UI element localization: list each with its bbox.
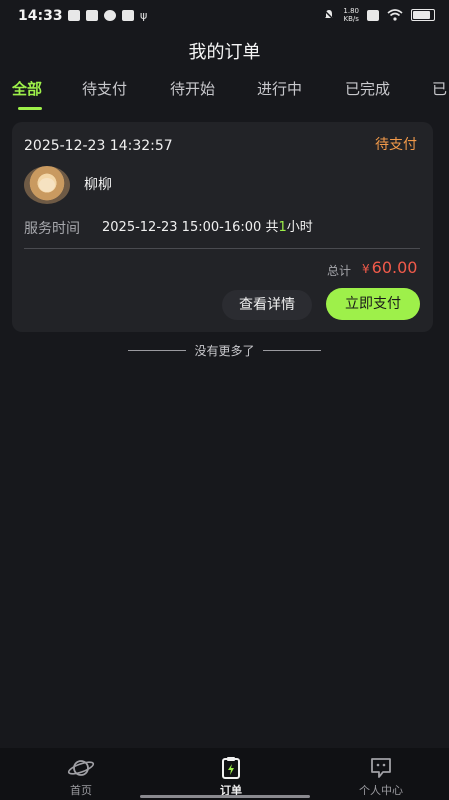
net-speed: 1.80 KB/s [343, 7, 359, 23]
duration-unit: 小时 [286, 220, 313, 235]
no-more-text: 没有更多了 [194, 344, 255, 358]
divider-left [128, 350, 187, 351]
avatar-face [39, 178, 55, 192]
mute-icon [323, 9, 335, 21]
net-speed-unit: KB/s [343, 15, 359, 23]
nav-profile[interactable]: 个人中心 [346, 756, 416, 798]
active-tab-indicator [18, 107, 42, 110]
tab-overflow[interactable]: 已 [432, 78, 447, 99]
tab-in-progress[interactable]: 进行中 [257, 78, 302, 99]
status-time: 14:33 [18, 8, 63, 24]
order-card[interactable]: 2025-12-23 14:32:57 待支付 柳柳 服务时间 2025-12-… [12, 122, 433, 332]
tab-pending-payment[interactable]: 待支付 [82, 78, 127, 99]
total-amount-value: 60.00 [371, 258, 418, 277]
list-end-indicator: 没有更多了 [0, 342, 449, 359]
service-time-label: 服务时间 [24, 221, 80, 237]
planet-icon [67, 760, 95, 776]
currency-symbol: ¥ [362, 262, 370, 276]
service-time-value: 2025-12-23 15:00-16:00 共1小时 [102, 216, 313, 235]
service-time-range: 2025-12-23 15:00-16:00 [102, 220, 262, 235]
clipboard-icon [222, 757, 240, 779]
divider-right [262, 350, 321, 351]
bottom-nav: 首页 订单 个人中心 [0, 748, 449, 800]
order-status-badge: 待支付 [375, 137, 417, 153]
pay-now-button[interactable]: 立即支付 [326, 288, 420, 320]
mail-icon [86, 10, 98, 21]
sim-icon [367, 9, 379, 21]
system-icons: 1.80 KB/s [323, 7, 435, 23]
notification-icons: ψ [68, 10, 147, 21]
battery-icon [411, 9, 435, 21]
total-amount: ¥60.00 [362, 258, 417, 277]
tab-to-start[interactable]: 待开始 [170, 78, 215, 99]
tab-completed[interactable]: 已完成 [345, 78, 390, 99]
avatar [24, 166, 70, 204]
message-icon [68, 10, 80, 21]
duration-value: 1 [278, 220, 287, 235]
order-datetime: 2025-12-23 14:32:57 [24, 138, 173, 154]
tab-all[interactable]: 全部 [12, 78, 42, 99]
usb-icon: ψ [140, 9, 148, 22]
app-icon [104, 10, 116, 21]
duration-prefix: 共 [265, 220, 279, 235]
telegram-icon [122, 10, 134, 21]
nav-orders[interactable]: 订单 [196, 756, 266, 798]
nav-profile-label: 个人中心 [359, 784, 403, 797]
wifi-icon [387, 9, 403, 21]
nav-home[interactable]: 首页 [46, 756, 116, 798]
order-tabs: 全部 待支付 待开始 进行中 已完成 已 [12, 78, 449, 114]
total-label: 总计 [327, 264, 352, 278]
view-details-button[interactable]: 查看详情 [222, 290, 312, 320]
status-bar: 14:33 ψ 1.80 KB/s [0, 0, 449, 32]
home-indicator[interactable] [140, 795, 310, 798]
page-title: 我的订单 [188, 42, 261, 63]
chat-face-icon [371, 758, 391, 778]
net-speed-value: 1.80 [343, 7, 359, 15]
staff-name: 柳柳 [84, 177, 112, 193]
nav-home-label: 首页 [70, 784, 92, 797]
divider [24, 248, 420, 249]
